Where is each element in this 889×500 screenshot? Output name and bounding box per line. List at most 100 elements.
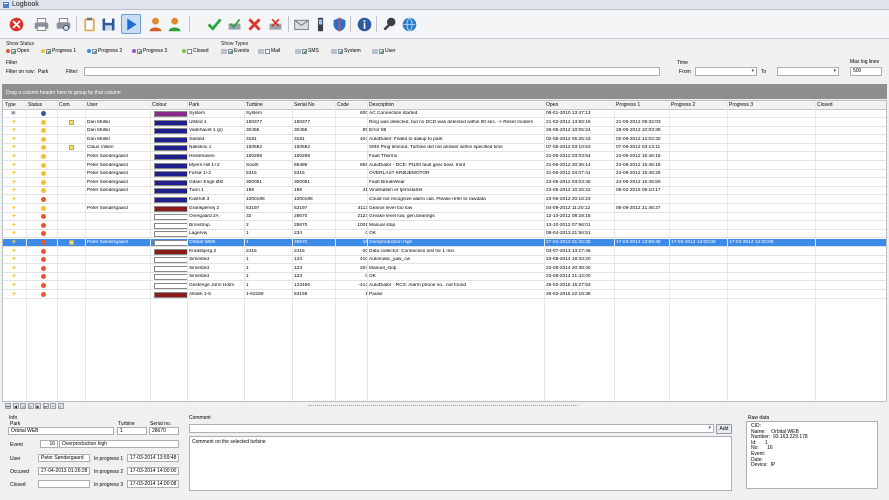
table-row[interactable]: ⚡ Peter Søndergaard Myers Hill 1+2 South 664… [3,162,886,170]
nav-last-button[interactable]: ⏭ [42,403,49,409]
table-row[interactable]: ⚡ Bronstrup 2 28670 1001 Manual stop 13-10-201… [3,222,886,230]
status-filter-progress-1[interactable]: Progress 1 [41,48,76,54]
table-row[interactable]: ⚡ Albæk 1-5 1-63159 63159 1Pause 26-02-2015 2… [3,291,886,299]
column-header-park[interactable]: Park [189,102,199,108]
column-header-progress-3[interactable]: Progress 3 [729,102,753,108]
nav-prev-page-button[interactable]: ◀ [12,403,19,409]
checkbox[interactable] [379,48,384,54]
play-button[interactable] [121,14,141,34]
table-row[interactable]: ⚡ Gestenge John Holm 1 123456 -413 AutoDialer… [3,282,886,290]
nav-next-button[interactable]: ▷ [27,403,34,409]
acknowledge-button[interactable] [204,14,224,34]
table-row[interactable]: ⚡ Kradsbjerg 2 2415 2415 -20 Data collector: … [3,248,886,256]
play-icon [126,18,137,30]
shield-button[interactable] [329,14,349,34]
nav-first-button[interactable]: ⏮ [5,403,11,409]
checkbox[interactable] [228,48,233,54]
checkbox[interactable] [187,48,192,54]
phone-button[interactable] [310,14,330,34]
colour-swatch [154,197,188,203]
table-row[interactable]: ⚡ Peter Søndergaard Gåser Enge Øst 300051 30… [3,179,886,187]
checkbox[interactable] [11,48,16,54]
type-filter-sms[interactable]: SMS [295,48,319,54]
delete-button[interactable] [244,14,264,34]
column-header-status[interactable]: Status [28,102,42,108]
nav-add-button[interactable]: + [50,403,56,409]
column-header-turbine[interactable]: Turbine [246,102,263,108]
table-row[interactable]: ⚡ Lagervej 1 234 0OK 08-04-2013 21:56:51 [3,230,886,239]
user-add-button[interactable] [165,14,185,34]
checkbox[interactable] [265,48,270,54]
cell-user: Peter Søndergaard [87,188,128,194]
status-filter-open[interactable]: Open [6,48,29,54]
info-button[interactable] [354,14,374,34]
group-by-bar[interactable]: Drag a column header here to group by th… [2,84,887,99]
table-row[interactable]: ⚡ Claus Vilsen Nakskov 1 150592 150592 SMS Pi… [3,144,886,153]
nav-next-page-button[interactable]: ▶ [35,403,41,409]
print-button[interactable] [31,14,51,34]
add-comment-button[interactable]: Add [716,424,732,434]
table-row[interactable]: ⚡ Simested 1 123 204 Manuel_stop 23-08-2014 20… [3,265,886,273]
cell-desc: Vindmøllen er fjernstartet [369,188,423,194]
column-header-code[interactable]: Code [337,102,349,108]
table-row[interactable]: ⚡ Simested 1 123 0OK 23-08-2014 21:42:00 [3,273,886,282]
checkbox[interactable] [338,48,343,54]
max-log-input[interactable]: 500 [850,67,882,76]
checkbox[interactable] [302,48,307,54]
column-header-open[interactable]: Open [546,102,558,108]
comment-textarea[interactable]: Comment on the selected turbine [189,436,732,491]
type-filter-events[interactable]: Events [221,48,249,54]
table-row[interactable]: ▣ System System 600 AC Connection started 08-… [3,110,886,118]
table-row[interactable]: ⚡ Peter Søndergaard Farsø 1+2 5315 5315 OVERL… [3,170,886,179]
splitter-handle[interactable] [308,405,578,407]
type-filter-user[interactable]: User [372,48,396,54]
cell-user: Dan Müller [87,136,111,142]
time-from-select[interactable] [695,67,757,76]
column-divider [244,101,245,401]
table-row[interactable]: ⚡ Peter Søndergaard Grankjærvej 2 63197 6319… [3,205,886,213]
type-filter-system[interactable]: System [331,48,361,54]
status-filter-closed[interactable]: Closed [182,48,209,54]
save-button[interactable] [98,14,118,34]
column-header-com[interactable]: Com. [59,102,71,108]
table-row[interactable]: ⚡ Dan Müller Vadehavet 1 (p) 30456 30456 89 Er… [3,127,886,136]
column-header-progress-1[interactable]: Progress 1 [616,102,640,108]
acknowledge-all-button[interactable] [224,14,244,34]
table-row[interactable]: ⚡ Dan Müller Ulsted 1 150377 150377 Ring was … [3,119,886,127]
table-row[interactable]: ⚡ Dan Müller Søsted 3181 3181 404 AutoDialer: … [3,136,886,144]
table-row[interactable]: ⚡ Peter Søndergaard Orbital WEB 1 28670 16 Ove… [3,239,886,247]
checkbox[interactable] [137,48,142,54]
column-header-progress-2[interactable]: Progress 2 [671,102,695,108]
clipboard-button[interactable] [79,14,99,34]
column-header-closed[interactable]: Closed [817,102,833,108]
time-to-select[interactable] [777,67,839,76]
close-button[interactable] [6,14,26,34]
nav-apply-button[interactable]: ✓ [57,403,64,409]
settings-button[interactable] [379,14,399,34]
column-header-colour[interactable]: Colour [152,102,167,108]
table-row[interactable]: ⚡ Kastrufi 3 1000198 1000198 Could not recog… [3,196,886,204]
print-preview-button[interactable] [53,14,73,34]
cell-open: 23-06-2012 10:26:22 [546,188,591,194]
globe-button[interactable] [399,14,419,34]
column-header-type[interactable]: Type [5,102,16,108]
filter-on-row-value[interactable]: Park [38,69,48,75]
user-button[interactable] [145,14,165,34]
mail-button[interactable] [291,14,311,34]
status-filter-progress-2[interactable]: Progress 2 [87,48,122,54]
filter-input[interactable] [84,67,660,76]
checkbox[interactable] [92,48,97,54]
checkbox[interactable] [46,48,51,54]
column-header-user[interactable]: User [87,102,98,108]
nav-prev-button[interactable]: ◁ [20,403,26,409]
table-row[interactable]: ⚡ Peter Søndergaard Tuen 1 198 198 41 Vindmøll… [3,187,886,196]
table-row[interactable]: ⚡ Peter Søndergaard Hestehaven 150299 150299… [3,153,886,161]
table-row[interactable]: ⚡ Simested 1 123 410 Automatic_yaw_cw 23-08-20… [3,256,886,265]
table-row[interactable]: ⚡ Overgaard 2A 32 28670 2123 Grease level low… [3,213,886,222]
status-filter-progress-3[interactable]: Progress 3 [132,48,167,54]
column-header-serial-no[interactable]: Serial No [294,102,315,108]
column-header-description[interactable]: Description [369,102,394,108]
type-filter-mail[interactable]: Mail [258,48,280,54]
comment-select[interactable] [189,424,714,433]
delete-all-button[interactable] [265,14,285,34]
